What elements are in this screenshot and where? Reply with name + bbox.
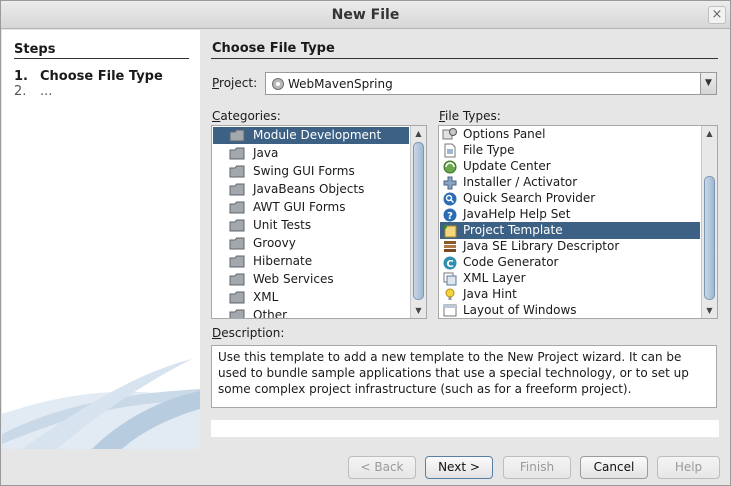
title-divider [211, 58, 718, 59]
back-button[interactable]: < Back [348, 456, 416, 479]
button-bar: < Back Next > Finish Cancel Help [1, 449, 730, 485]
file-types-scrollbar[interactable]: ▲ ▼ [701, 126, 717, 318]
file-type-item[interactable]: Update Center [440, 158, 700, 175]
file-type-item[interactable]: File Type [440, 142, 700, 159]
window-title: New File [331, 7, 400, 23]
steps-title: Steps [14, 42, 56, 57]
file-type-icon [444, 143, 456, 158]
svg-text:C: C [446, 259, 453, 270]
folder-icon [229, 219, 245, 232]
category-item[interactable]: AWT GUI Forms [213, 199, 409, 216]
steps-divider [14, 58, 189, 59]
folder-icon [229, 147, 245, 160]
cancel-button[interactable]: Cancel [580, 456, 648, 479]
category-item[interactable]: JavaBeans Objects [213, 181, 409, 198]
page-title: Choose File Type [212, 41, 335, 56]
folder-icon [229, 291, 245, 304]
decorative-swoosh [2, 359, 200, 449]
quick-search-icon [443, 192, 457, 206]
folder-icon [229, 273, 245, 286]
scroll-down-icon[interactable]: ▼ [702, 303, 717, 318]
categories-list[interactable]: Module Development Java Swing GUI Forms … [211, 125, 427, 319]
close-button[interactable]: × [708, 6, 726, 24]
step-item: 2.... [14, 84, 53, 99]
layout-icon [443, 304, 457, 317]
category-item[interactable]: XML [213, 289, 409, 306]
file-type-item[interactable]: Layout of Windows [440, 302, 700, 318]
category-item[interactable]: Groovy [213, 235, 409, 252]
help-button[interactable]: Help [657, 456, 720, 479]
categories-label: Categories: [212, 109, 281, 123]
scroll-up-icon[interactable]: ▲ [702, 126, 717, 141]
categories-scrollbar[interactable]: ▲ ▼ [410, 126, 426, 318]
options-panel-icon [442, 128, 457, 140]
folder-icon [229, 237, 245, 250]
file-type-item[interactable]: Installer / Activator [440, 174, 700, 191]
help-icon: ? [443, 208, 457, 222]
svg-text:?: ? [447, 211, 453, 222]
project-combobox[interactable]: WebMavenSpring ▼ [265, 72, 717, 95]
scroll-thumb[interactable] [704, 176, 715, 300]
project-template-icon [443, 225, 457, 238]
folder-icon [229, 129, 245, 142]
description-label: Description: [212, 326, 285, 340]
file-type-item[interactable]: Project Template [440, 222, 700, 239]
category-item[interactable]: Unit Tests [213, 217, 409, 234]
hint-icon [445, 288, 455, 300]
category-item[interactable]: Module Development [213, 127, 409, 144]
folder-icon [229, 201, 245, 214]
step-item: 1. Choose File Type [14, 69, 163, 84]
scroll-down-icon[interactable]: ▼ [411, 303, 426, 318]
scroll-thumb[interactable] [413, 142, 424, 300]
file-type-item[interactable]: Options Panel [440, 126, 700, 143]
next-button[interactable]: Next > [425, 456, 493, 479]
steps-panel: Steps 1. Choose File Type 2.... [2, 30, 200, 449]
category-item[interactable]: Java [213, 145, 409, 162]
folder-icon [229, 309, 245, 318]
project-value: WebMavenSpring [288, 77, 393, 91]
close-icon: × [711, 7, 723, 22]
file-type-item[interactable]: C Code Generator [440, 254, 700, 271]
project-label: Project: [212, 76, 258, 90]
category-item[interactable]: Web Services [213, 271, 409, 288]
folder-icon [229, 183, 245, 196]
file-type-item[interactable]: Java SE Library Descriptor [440, 238, 700, 255]
scroll-up-icon[interactable]: ▲ [411, 126, 426, 141]
folder-icon [229, 165, 245, 178]
category-item[interactable]: Swing GUI Forms [213, 163, 409, 180]
new-file-dialog: New File × Steps 1. Choose File Type 2...… [0, 0, 731, 486]
file-type-item[interactable]: Java Hint [440, 286, 700, 303]
file-type-item[interactable]: Quick Search Provider [440, 190, 700, 207]
content-panel: Choose File Type Project: WebMavenSpring… [200, 30, 730, 449]
code-generator-icon: C [443, 256, 457, 270]
file-type-item[interactable]: XML Layer [440, 270, 700, 287]
chevron-down-icon[interactable]: ▼ [700, 73, 716, 94]
file-type-item[interactable]: ? JavaHelp Help Set [440, 206, 700, 223]
update-center-icon [443, 160, 457, 174]
category-item[interactable]: Other [213, 307, 409, 318]
title-bar[interactable]: New File × [1, 1, 730, 29]
file-types-list[interactable]: Options Panel File Type Update Center In… [438, 125, 718, 319]
xml-layer-icon [443, 272, 457, 286]
folder-icon [229, 255, 245, 268]
project-icon [272, 78, 284, 90]
library-icon [444, 241, 456, 252]
description-text: Use this template to add a new template … [211, 345, 717, 408]
status-area [211, 420, 719, 437]
file-types-label: File Types: [439, 109, 501, 123]
category-item[interactable]: Hibernate [213, 253, 409, 270]
finish-button[interactable]: Finish [503, 456, 571, 479]
installer-icon [443, 176, 457, 190]
